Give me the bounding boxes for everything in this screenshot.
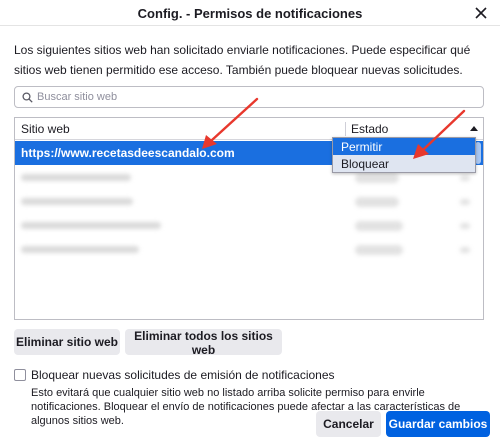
blurred-site: [21, 198, 133, 205]
table-row[interactable]: [15, 190, 483, 214]
blurred-status: [355, 245, 403, 255]
block-new-requests-checkbox[interactable]: [14, 369, 26, 381]
save-changes-button[interactable]: Guardar cambios: [386, 411, 490, 437]
blurred-site: [21, 246, 139, 253]
title-bar: Config. - Permisos de notificaciones: [0, 0, 500, 26]
blurred-dropdown-arrow: [460, 199, 470, 205]
blurred-status: [355, 173, 399, 183]
table-row[interactable]: [15, 214, 483, 238]
block-new-requests-label[interactable]: Bloquear nuevas solicitudes de emisión d…: [31, 368, 335, 382]
cancel-button[interactable]: Cancelar: [316, 411, 381, 437]
search-box[interactable]: [14, 86, 484, 108]
search-input[interactable]: [37, 89, 477, 105]
search-icon: [22, 92, 33, 103]
sort-ascending-icon: [470, 126, 478, 131]
column-divider: [345, 122, 346, 136]
table-row[interactable]: [15, 238, 483, 262]
blurred-dropdown-arrow: [460, 223, 470, 229]
option-allow[interactable]: Permitir: [333, 138, 475, 155]
blurred-site: [21, 222, 161, 229]
remove-all-sites-button[interactable]: Eliminar todos los sitios web: [125, 329, 282, 357]
site-url: https://www.recetasdeescandalo.com: [21, 146, 235, 160]
column-header-status[interactable]: Estado: [351, 122, 388, 136]
blurred-site: [21, 174, 131, 181]
status-dropdown-list: Permitir Bloquear: [332, 137, 476, 173]
dialog-title: Config. - Permisos de notificaciones: [137, 6, 363, 21]
blurred-status: [355, 221, 403, 231]
option-block[interactable]: Bloquear: [333, 155, 475, 172]
blurred-dropdown-arrow: [460, 175, 470, 181]
blurred-status: [355, 197, 399, 207]
dialog-description: Los siguientes sitios web han solicitado…: [14, 43, 471, 77]
close-icon[interactable]: [472, 4, 490, 22]
remove-site-button[interactable]: Eliminar sitio web: [14, 329, 120, 355]
column-header-site[interactable]: Sitio web: [21, 122, 70, 136]
blurred-dropdown-arrow: [460, 247, 470, 253]
